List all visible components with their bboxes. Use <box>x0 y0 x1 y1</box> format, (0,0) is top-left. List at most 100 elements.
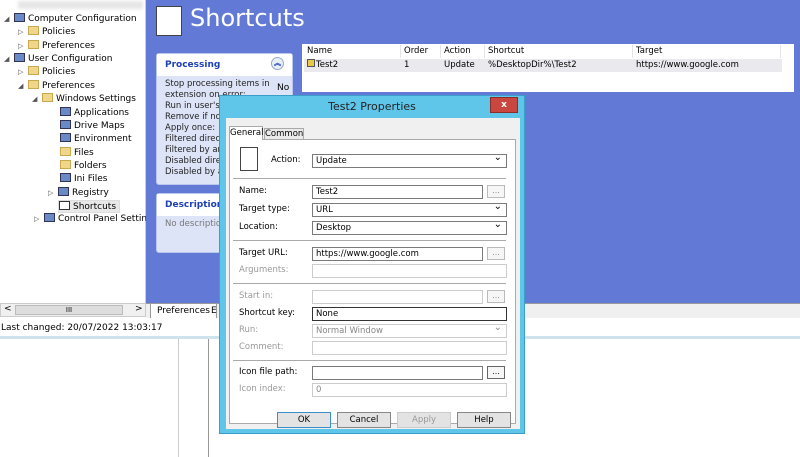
tree-label: Registry <box>72 188 109 198</box>
cell-name: Test2 <box>304 59 338 72</box>
comment-input[interactable] <box>312 341 507 355</box>
location-select[interactable]: Desktop <box>312 219 507 235</box>
scroll-left-arrow[interactable]: < <box>4 304 12 314</box>
column-header-action[interactable]: Action <box>441 45 485 58</box>
scroll-thumb[interactable]: III <box>15 305 123 315</box>
tree-drive-maps[interactable]: Drive Maps <box>60 120 125 133</box>
processing-value: No <box>277 83 290 93</box>
separator <box>233 178 506 179</box>
apply-button[interactable]: Apply <box>397 412 451 428</box>
start-in-label: Start in: <box>239 291 274 301</box>
dialog-title: Test2 Properties <box>328 100 416 113</box>
user-icon <box>14 53 25 62</box>
tree-label: Environment <box>74 134 132 144</box>
processing-header[interactable]: Processing ︽ <box>157 54 292 76</box>
icon-path-browse-button[interactable]: ... <box>487 366 505 379</box>
tree-preferences[interactable]: ▷ Preferences <box>18 40 95 53</box>
tree-environment[interactable]: Environment <box>60 133 131 146</box>
drive-maps-icon <box>60 120 71 129</box>
scroll-right-arrow[interactable]: > <box>135 304 143 314</box>
tree-computer-configuration[interactable]: ◢ Computer Configuration <box>4 13 137 26</box>
tree-label: Policies <box>42 67 76 77</box>
start-in-input[interactable] <box>312 290 483 304</box>
dialog-body: General Common Action: Update Name: Test… <box>226 118 520 429</box>
folder-icon <box>42 93 53 102</box>
target-url-input[interactable]: https://www.google.com <box>312 247 483 261</box>
icon-index-label: Icon index: <box>239 384 286 394</box>
cell-order: 1 <box>404 60 410 70</box>
tree-shortcuts[interactable]: Shortcuts <box>58 200 121 213</box>
target-type-select[interactable]: URL <box>312 201 507 217</box>
registry-icon <box>58 187 69 196</box>
warning-icon <box>307 59 315 67</box>
target-type-label: Target type: <box>239 204 290 214</box>
icon-index-input[interactable]: 0 <box>312 383 507 397</box>
tab-extended[interactable]: E <box>208 304 220 318</box>
tree-label: Shortcuts <box>73 202 117 212</box>
column-header-target[interactable]: Target <box>633 45 781 58</box>
action-select[interactable]: Update <box>312 152 507 168</box>
arguments-label: Arguments: <box>239 265 289 275</box>
tree-label: Preferences <box>42 41 95 51</box>
folder-icon <box>28 80 39 89</box>
column-header-shortcut[interactable]: Shortcut <box>485 45 633 58</box>
tree-applications[interactable]: Applications <box>60 107 129 120</box>
name-label: Name: <box>239 186 267 196</box>
column-header-name[interactable]: Name <box>304 45 401 58</box>
tree-registry[interactable]: ▷ Registry <box>48 187 109 200</box>
tree-files[interactable]: Files <box>60 147 94 160</box>
tree-label: Drive Maps <box>74 121 125 131</box>
control-panel-icon <box>44 213 55 222</box>
processing-title: Processing <box>165 60 221 70</box>
shortcut-icon <box>240 147 258 171</box>
tree-label: Ini Files <box>74 174 108 184</box>
tree-windows-settings[interactable]: ◢ Windows Settings <box>32 93 136 106</box>
name-input[interactable]: Test2 <box>312 185 483 199</box>
tree-folders[interactable]: Folders <box>60 160 107 173</box>
tree-control-panel-settings[interactable]: ▷ Control Panel Settings <box>34 213 157 226</box>
processing-row: Stop processing items in <box>165 79 270 89</box>
separator <box>233 283 506 284</box>
help-button[interactable]: Help <box>457 412 511 428</box>
folder-icon <box>28 26 39 35</box>
shortcut-key-label: Shortcut key: <box>239 308 296 318</box>
tab-page-general: Action: Update Name: Test2 ... Target ty… <box>229 139 516 424</box>
folders-icon <box>60 160 71 169</box>
run-label: Run: <box>239 325 259 335</box>
tree-ini-files[interactable]: Ini Files <box>60 173 107 186</box>
tree-user-configuration[interactable]: ◢ User Configuration <box>4 53 112 66</box>
applications-icon <box>60 107 71 116</box>
close-button[interactable]: x <box>490 97 518 113</box>
shortcuts-table: Name Order Action Shortcut Target Test2 … <box>302 44 794 92</box>
start-in-browse-button[interactable]: ... <box>487 290 505 303</box>
tree-label: Policies <box>42 27 76 37</box>
column-header-order[interactable]: Order <box>401 45 441 58</box>
tree-label: Files <box>74 148 94 158</box>
shortcut-icon <box>59 201 70 210</box>
tab-preferences[interactable]: Preferences <box>150 304 217 318</box>
properties-dialog: Test2 Properties x General Common Action… <box>219 95 525 434</box>
tree-label: User Configuration <box>28 54 113 64</box>
tab-general[interactable]: General <box>229 126 264 140</box>
arguments-input[interactable] <box>312 264 507 278</box>
ok-button[interactable]: OK <box>277 412 331 428</box>
tree-policies[interactable]: ▷ Policies <box>18 26 75 39</box>
icon-path-input[interactable] <box>312 366 483 380</box>
divider <box>208 339 209 457</box>
separator <box>233 240 506 241</box>
blurred-window-title <box>18 1 143 9</box>
shortcut-key-input[interactable]: None <box>312 307 507 321</box>
cancel-button[interactable]: Cancel <box>337 412 391 428</box>
run-select[interactable]: Normal Window <box>312 322 507 338</box>
target-url-browse-button[interactable]: ... <box>487 247 505 260</box>
collapse-icon[interactable]: ︽ <box>271 57 284 70</box>
tree-user-policies[interactable]: ▷ Policies <box>18 66 75 79</box>
page-title: Shortcuts <box>190 4 305 32</box>
target-url-label: Target URL: <box>239 248 288 258</box>
action-label: Action: <box>271 155 301 165</box>
name-browse-button[interactable]: ... <box>487 185 505 198</box>
horizontal-scrollbar[interactable]: < III > <box>0 303 146 317</box>
tree-user-preferences[interactable]: ◢ Preferences <box>18 80 95 93</box>
location-label: Location: <box>239 222 278 232</box>
ini-files-icon <box>60 173 71 182</box>
